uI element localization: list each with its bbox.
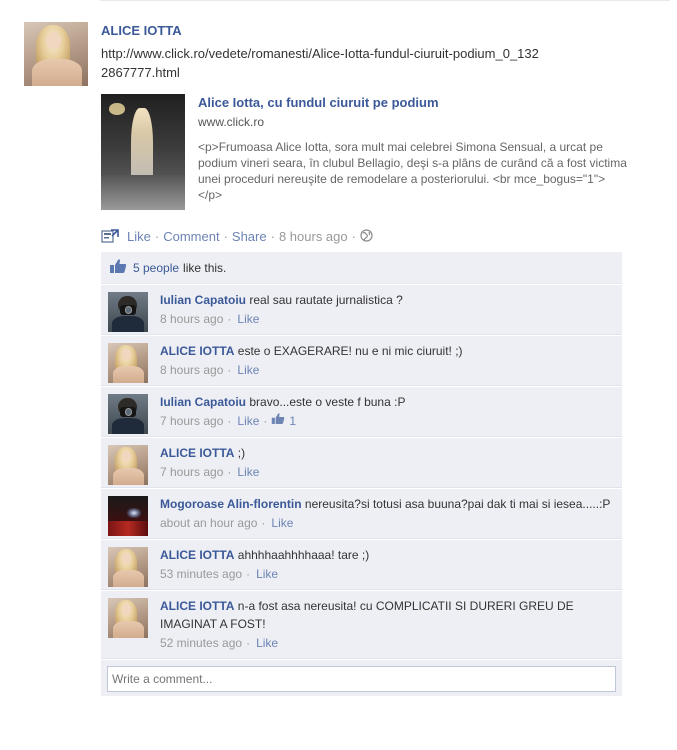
meta-separator: · xyxy=(246,567,251,581)
camera-man-portrait xyxy=(108,292,148,332)
comment-body: ALICE IOTTA ahhhhaahhhhaaa! tare ;) xyxy=(160,546,614,564)
post-author-name[interactable]: ALICE IOTTA xyxy=(101,23,182,38)
comment-text: ahhhhaahhhhaaa! tare ;) xyxy=(237,548,370,562)
comment-avatar[interactable] xyxy=(108,496,148,536)
action-separator: · xyxy=(223,229,228,244)
comment-like-link[interactable]: Like xyxy=(237,412,259,430)
post-comment-link[interactable]: Comment xyxy=(163,229,219,244)
comment-meta: 52 minutes ago · Like xyxy=(160,634,614,652)
comment-author[interactable]: Mogoroase Alin-florentin xyxy=(160,497,302,511)
comment-item: ALICE IOTTA este o EXAGERARE! nu e ni mi… xyxy=(101,335,622,386)
comment-avatar[interactable] xyxy=(108,445,148,485)
likes-suffix: like this. xyxy=(183,260,227,275)
attachment-domain: www.click.ro xyxy=(198,115,265,129)
comment-avatar[interactable] xyxy=(108,343,148,383)
globe-icon[interactable] xyxy=(360,228,373,245)
attachment-description: <p>Frumoasa Alice Iotta, sora mult mai c… xyxy=(198,140,627,202)
comment-timestamp[interactable]: 53 minutes ago xyxy=(160,565,242,583)
comment-body: ALICE IOTTA ;) xyxy=(160,444,614,462)
meta-separator: · xyxy=(261,516,266,530)
comment-item: Mogoroase Alin-florentin nereusita?si to… xyxy=(101,488,622,539)
club-photo-portrait xyxy=(108,496,148,536)
comment-like-link[interactable]: Like xyxy=(256,565,278,583)
comment-timestamp[interactable]: 7 hours ago xyxy=(160,463,223,481)
write-comment-box xyxy=(101,659,622,696)
comment-body: Iulian Capatoiu real sau rautate jurnali… xyxy=(160,291,614,309)
blonde-portrait xyxy=(108,343,148,383)
likes-people-link[interactable]: 5 people xyxy=(133,261,179,275)
comment-item: ALICE IOTTA ahhhhaahhhhaaa! tare ;) 53 mi… xyxy=(101,539,622,590)
comment-timestamp[interactable]: 52 minutes ago xyxy=(160,634,242,652)
comment-text: bravo...este o veste f buna :P xyxy=(249,395,406,409)
comment-meta: 8 hours ago · Like xyxy=(160,310,614,328)
comment-body: Mogoroase Alin-florentin nereusita?si to… xyxy=(160,495,614,513)
post-timestamp[interactable]: 8 hours ago xyxy=(279,229,348,244)
camera-man-portrait xyxy=(108,394,148,434)
comment-avatar[interactable] xyxy=(108,547,148,587)
comment-item: ALICE IOTTA n-a fost asa nereusita! cu C… xyxy=(101,590,622,659)
top-divider xyxy=(100,0,670,1)
comment-timestamp[interactable]: 8 hours ago xyxy=(160,310,223,328)
comment-like-link[interactable]: Like xyxy=(256,634,278,652)
comment-meta: 7 hours ago · Like xyxy=(160,463,614,481)
write-comment-input[interactable] xyxy=(107,666,616,692)
comment-like-link[interactable]: Like xyxy=(237,361,259,379)
comment-body: Iulian Capatoiu bravo...este o veste f b… xyxy=(160,393,614,411)
action-separator: · xyxy=(154,229,160,244)
comment-item: Iulian Capatoiu bravo...este o veste f b… xyxy=(101,386,622,437)
comment-item: Iulian Capatoiu real sau rautate jurnali… xyxy=(101,284,622,335)
comment-text: este o EXAGERARE! nu e ni mic ciuruit! ;… xyxy=(237,344,463,358)
comment-author[interactable]: Iulian Capatoiu xyxy=(160,293,246,307)
comment-body: ALICE IOTTA n-a fost asa nereusita! cu C… xyxy=(160,597,614,633)
shared-link-icon xyxy=(101,227,121,246)
post-link-url[interactable]: http://www.click.ro/vedete/romanesti/Ali… xyxy=(101,44,541,82)
action-separator: · xyxy=(351,229,356,244)
post-actions: Like · Comment · Share · 8 hours ago · xyxy=(101,227,373,246)
meta-separator: · xyxy=(246,636,251,650)
blonde-portrait xyxy=(108,445,148,485)
comment-timestamp[interactable]: 7 hours ago xyxy=(160,412,223,430)
blonde-portrait xyxy=(108,547,148,587)
comment-author[interactable]: ALICE IOTTA xyxy=(160,344,234,358)
comment-avatar[interactable] xyxy=(108,292,148,332)
meta-separator: · xyxy=(227,312,232,326)
comment-item: ALICE IOTTA ;) 7 hours ago · Like xyxy=(101,437,622,488)
comment-author[interactable]: ALICE IOTTA xyxy=(160,446,234,460)
comment-author[interactable]: ALICE IOTTA xyxy=(160,599,234,613)
comment-timestamp[interactable]: 8 hours ago xyxy=(160,361,223,379)
meta-separator: · xyxy=(227,465,232,479)
comment-timestamp[interactable]: about an hour ago xyxy=(160,514,257,532)
comment-text: real sau rautate jurnalistica ? xyxy=(249,293,403,307)
post-share-link[interactable]: Share xyxy=(232,229,267,244)
comment-list: Iulian Capatoiu real sau rautate jurnali… xyxy=(101,284,622,659)
comment-like-link[interactable]: Like xyxy=(271,514,293,532)
comment-body: ALICE IOTTA este o EXAGERARE! nu e ni mi… xyxy=(160,342,614,360)
comment-author[interactable]: Iulian Capatoiu xyxy=(160,395,246,409)
thumbs-up-icon xyxy=(109,258,127,277)
comment-like-link[interactable]: Like xyxy=(237,463,259,481)
comment-like-count[interactable]: 1 xyxy=(289,412,296,430)
meta-separator: · xyxy=(227,363,232,377)
attachment-thumbnail[interactable] xyxy=(101,94,185,210)
thumbs-up-icon[interactable] xyxy=(271,412,285,430)
meta-separator: · xyxy=(227,414,232,428)
comment-avatar[interactable] xyxy=(108,394,148,434)
comment-meta: 8 hours ago · Like xyxy=(160,361,614,379)
meta-separator: · xyxy=(263,414,268,428)
comment-meta: 7 hours ago · Like · 1 xyxy=(160,412,614,430)
action-separator: · xyxy=(270,229,275,244)
post-like-link[interactable]: Like xyxy=(127,229,151,244)
comment-text: ;) xyxy=(237,446,246,460)
comment-avatar[interactable] xyxy=(108,598,148,638)
post-author-avatar[interactable] xyxy=(24,22,88,86)
comment-like-link[interactable]: Like xyxy=(237,310,259,328)
comment-text: nereusita?si totusi asa buuna?pai dak ti… xyxy=(304,497,611,511)
blonde-portrait xyxy=(108,598,148,638)
feedback-panel: 5 people like this. Iulian Capatoiu real… xyxy=(101,252,622,696)
likes-summary: 5 people like this. xyxy=(101,252,622,284)
comment-meta: about an hour ago · Like xyxy=(160,514,614,532)
comment-author[interactable]: ALICE IOTTA xyxy=(160,548,234,562)
comment-meta: 53 minutes ago · Like xyxy=(160,565,614,583)
attachment-title[interactable]: Alice Iotta, cu fundul ciuruit pe podium xyxy=(198,95,439,110)
